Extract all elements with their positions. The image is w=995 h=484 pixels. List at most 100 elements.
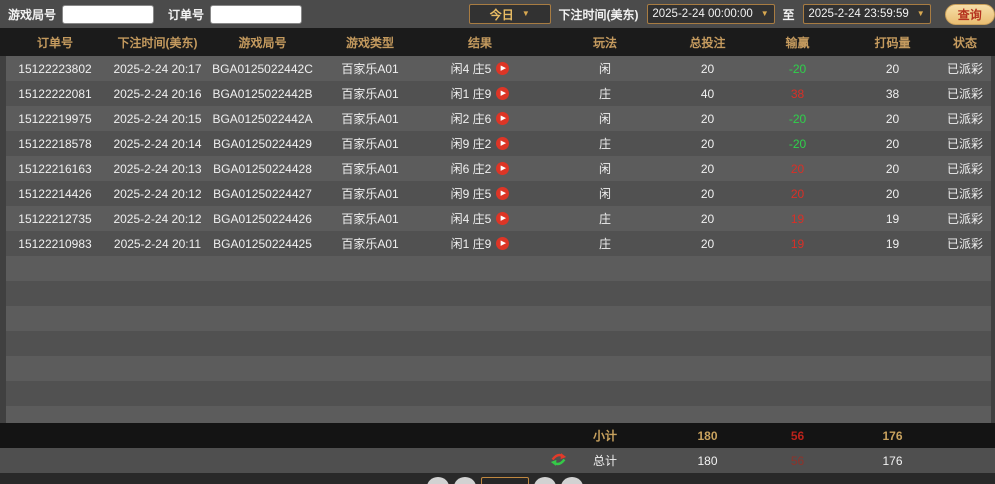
cell-total-bet: 20: [700, 186, 715, 201]
cell-bet-time: 2025-2-24 20:14: [113, 136, 202, 151]
pager-last-button[interactable]: [561, 477, 583, 484]
pager-first-button[interactable]: [427, 477, 449, 484]
cell-total-bet: 20: [700, 211, 715, 226]
table-row: 15122214426 2025-2-24 20:12 BGA012502244…: [0, 181, 995, 206]
table-body: 15122223802 2025-2-24 20:17 BGA012502244…: [0, 56, 995, 256]
cell-winloss: 38: [790, 86, 805, 101]
cell-game-round: BGA01250224425: [213, 236, 312, 251]
cell-total-bet: 20: [700, 136, 715, 151]
col-header-result: 结果: [467, 35, 492, 50]
cell-game-round: BGA01250224427: [213, 186, 312, 201]
play-icon[interactable]: ▶: [496, 62, 510, 75]
subtotal-winloss: 56: [790, 428, 805, 443]
cell-winloss: 20: [790, 161, 805, 176]
cell-winloss: -20: [788, 61, 807, 76]
empty-row: [0, 331, 995, 356]
cell-winloss: 20: [790, 186, 805, 201]
cell-play-type: 闲: [598, 187, 611, 201]
play-icon[interactable]: ▶: [496, 212, 510, 225]
cell-result: 闲2 庄6 ▶: [420, 110, 540, 127]
cell-result: 闲6 庄2 ▶: [420, 160, 540, 177]
cell-play-type: 庄: [598, 137, 611, 151]
cell-game-round: BGA01250224429: [213, 136, 312, 151]
empty-rows-area: [0, 256, 995, 423]
cell-result: 闲4 庄5 ▶: [420, 60, 540, 77]
cell-result: 闲9 庄2 ▶: [420, 135, 540, 152]
cell-status: 已派彩: [946, 137, 983, 151]
table-row: 15122222081 2025-2-24 20:16 BGA012502244…: [0, 81, 995, 106]
cell-status: 已派彩: [946, 212, 983, 226]
cell-game-round: BGA01250224426: [213, 211, 312, 226]
cell-winloss: 19: [790, 236, 805, 251]
cell-turnover: 20: [885, 136, 900, 151]
start-time-value: 2025-2-24 00:00:00: [652, 8, 753, 20]
chevron-down-icon: ▼: [916, 9, 925, 18]
cell-total-bet: 20: [700, 236, 715, 251]
end-time-select[interactable]: 2025-2-24 23:59:59 ▼: [802, 4, 931, 24]
to-label: 至: [782, 7, 795, 22]
cell-order-no: 15122219975: [18, 111, 92, 126]
pagination: [427, 477, 583, 484]
empty-row: [0, 381, 995, 406]
query-button[interactable]: 查询: [944, 3, 995, 25]
cell-game-type: 百家乐A01: [341, 112, 399, 126]
cell-turnover: 19: [885, 211, 900, 226]
result-text: 闲4 庄5: [450, 212, 492, 226]
col-header-play: 玩法: [592, 35, 617, 50]
col-header-bet: 总投注: [689, 35, 726, 50]
play-icon[interactable]: ▶: [496, 87, 510, 100]
cell-total-bet: 20: [700, 111, 715, 126]
subtotal-row: 小计 180 56 176: [0, 423, 995, 448]
pager-prev-button[interactable]: [454, 477, 476, 484]
total-turnover: 176: [882, 453, 903, 468]
filter-toolbar: 游戏局号 订单号 今日 ▼ 下注时间(美东) 2025-2-24 00:00:0…: [0, 0, 995, 28]
result-text: 闲1 庄9: [450, 87, 492, 101]
cell-status: 已派彩: [946, 162, 983, 176]
result-text: 闲9 庄5: [450, 187, 492, 201]
total-label: 总计: [592, 454, 617, 468]
cell-play-type: 庄: [598, 87, 611, 101]
empty-row: [0, 256, 995, 281]
cell-order-no: 15122223802: [18, 61, 92, 76]
play-icon[interactable]: ▶: [496, 112, 510, 125]
cell-play-type: 庄: [598, 212, 611, 226]
table-row: 15122212735 2025-2-24 20:12 BGA012502244…: [0, 206, 995, 231]
game-round-input[interactable]: [62, 4, 155, 24]
cell-status: 已派彩: [946, 112, 983, 126]
pager-next-button[interactable]: [534, 477, 556, 484]
col-header-type: 游戏类型: [345, 35, 394, 50]
date-range-select[interactable]: 今日 ▼: [469, 4, 551, 24]
cell-winloss: -20: [788, 136, 807, 151]
col-header-order: 订单号: [36, 35, 73, 50]
cell-order-no: 15122222081: [18, 86, 92, 101]
play-icon[interactable]: ▶: [496, 162, 510, 175]
order-no-input[interactable]: [210, 4, 303, 24]
start-time-select[interactable]: 2025-2-24 00:00:00 ▼: [646, 4, 775, 24]
cell-turnover: 20: [885, 61, 900, 76]
table-row: 15122223802 2025-2-24 20:17 BGA012502244…: [0, 56, 995, 81]
cell-turnover: 20: [885, 161, 900, 176]
col-header-turnover: 打码量: [874, 35, 911, 50]
subtotal-bet: 180: [697, 428, 718, 443]
cell-game-round: BGA01250224428: [213, 161, 312, 176]
table-row: 15122219975 2025-2-24 20:15 BGA012502244…: [0, 106, 995, 131]
col-header-status: 状态: [952, 35, 977, 50]
table-row: 15122218578 2025-2-24 20:14 BGA012502244…: [0, 131, 995, 156]
cell-bet-time: 2025-2-24 20:17: [113, 61, 202, 76]
empty-row: [0, 281, 995, 306]
play-icon[interactable]: ▶: [496, 187, 510, 200]
total-row: 总计 180 56 176: [0, 448, 995, 473]
table-right-edge: [991, 56, 995, 423]
refresh-icon[interactable]: [550, 452, 567, 469]
result-text: 闲1 庄9: [450, 237, 492, 251]
subtotal-label: 小计: [592, 429, 617, 443]
cell-play-type: 庄: [598, 237, 611, 251]
empty-row: [0, 406, 995, 423]
play-icon[interactable]: ▶: [496, 237, 510, 250]
play-icon[interactable]: ▶: [496, 137, 510, 150]
empty-row: [0, 306, 995, 331]
table-row: 15122210983 2025-2-24 20:11 BGA012502244…: [0, 231, 995, 256]
total-label-cell: 总计: [540, 452, 670, 469]
pager-current-page-box[interactable]: [481, 477, 529, 484]
cell-play-type: 闲: [598, 112, 611, 126]
